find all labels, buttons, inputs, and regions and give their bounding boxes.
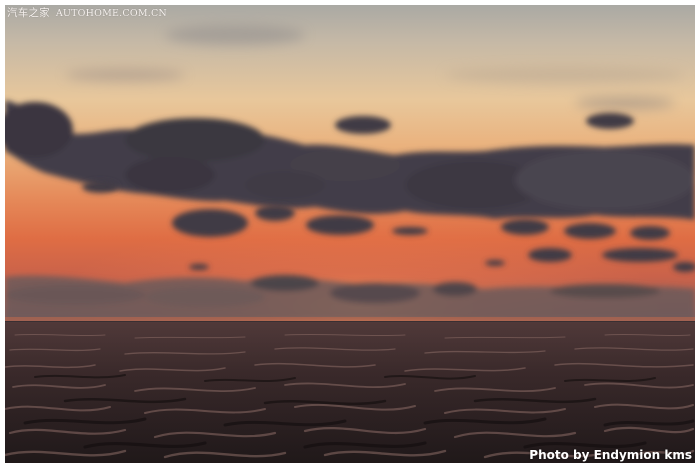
sunset-photo [5,5,695,463]
sunset-scene [5,5,695,463]
watermark-site: AUTOHOME.COM.CN [55,8,167,19]
horizon-line [5,321,695,322]
photo-credit: Photo by Endymion kms [529,448,692,462]
sea-reflection [5,322,695,463]
watermark: 汽车之家 AUTOHOME.COM.CN [7,5,167,20]
watermark-brand: 汽车之家 [7,7,50,19]
